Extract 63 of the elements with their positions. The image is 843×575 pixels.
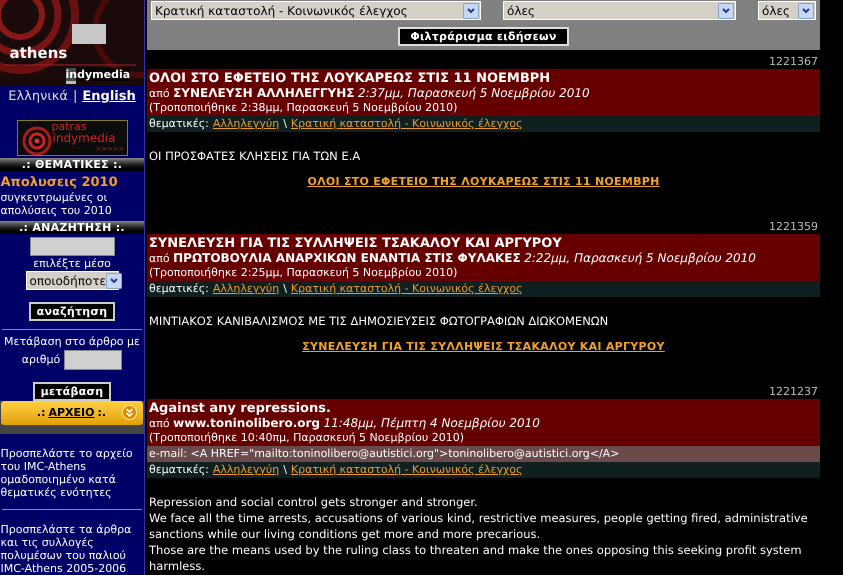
article-number: 1221367 (768, 55, 819, 68)
banner-text: indymedia (52, 132, 116, 145)
author-line: από www.toninolibero.org 11:48μμ, Πέμπτη 4 Νοεμβρίου 2010 (149, 416, 541, 431)
modified-date: (Τροποποιήθηκε 10:40πμ, Παρασκευή 5 Νοεμβρίου 2010) (149, 431, 466, 445)
field-label: επιλέξτε μέσο (33, 257, 111, 272)
article-title[interactable]: Against any repressions. (149, 401, 818, 416)
caret-icon (801, 6, 811, 15)
field-label: Μετάβαση στο άρθρο με (4, 335, 140, 350)
field-label: αριθμό (22, 352, 60, 368)
language-separator: | (72, 88, 78, 106)
article-link[interactable]: ΣΥΝΕΛΕΥΣΗ ΓΙΑ ΤΙΣ ΣΥΛΛΗΨΕΙΣ ΤΣΑΚΑΛΟΥ ΚΑΙ ΑΡΓΥΡΟΥ (302, 340, 665, 354)
topic-link[interactable]: Αλληλεγγύη (212, 281, 280, 297)
search-button[interactable]: αναζήτηση (28, 302, 116, 322)
body-text: We face all the time arrests, accusations of various kind, restrictive measures, people getting fired, administrative sanctions while our living conditions get more and more precarious. (149, 510, 809, 542)
archive-description: Προσπελάστε τα άρθρα και τις συλλογές πολυμέσων του παλιού IMC-Athens 2005-2006 (0, 523, 132, 575)
go-button[interactable]: μετάβαση (32, 382, 112, 402)
article-number: 1221359 (768, 220, 819, 233)
banner-text: patras (52, 121, 87, 133)
article-title[interactable]: ΟΛΟΙ ΣΤΟ ΕΦΕΤΕΙΟ ΤΗΣ ΛΟΥΚΑΡΕΩΣ ΣΤΙΣ 11 ΝΟΕΜΒΡΗ (149, 71, 818, 86)
article-number: 1221237 (768, 385, 819, 398)
modified-date: (Τροποποιήθηκε 2:25μμ, Παρασκευή 5 Νοεμβρίου 2010) (149, 266, 458, 280)
filter-dropdown[interactable]: όλες (503, 1, 736, 20)
modified-date: (Τροποποιήθηκε 2:38μμ, Παρασκευή 5 Νοεμβρίου 2010) (149, 101, 458, 115)
filter-dropdown[interactable]: όλες (758, 1, 816, 20)
topic-separator: \ (283, 116, 287, 132)
body-text: ΟΙ ΠΡΟΣΦΑΤΕΣ ΚΛΗΣΕΙΣ ΓΙΑ ΤΩΝ Ε.Α (149, 148, 362, 164)
caret-icon (109, 276, 120, 286)
language-link[interactable]: Ελληνικά (8, 88, 68, 106)
topic-link[interactable]: Κρατική καταστολή - Κοινωνικός έλεγχος (290, 116, 523, 132)
feature-description: συγκεντρωμένες οι απολύσεις του 2010 (0, 190, 113, 217)
article-title[interactable]: ΣΥΝΕΛΕΥΣΗ ΓΙΑ ΤΙΣ ΣΥΛΛΗΨΕΙΣ ΤΣΑΚΑΛΟΥ ΚΑΙ ΑΡΓΥΡΟΥ (149, 236, 818, 251)
archive-link[interactable]: ΑΡΧΕΙΟ (48, 404, 94, 422)
archive-label: :. (98, 404, 106, 421)
author-line: από ΠΡΩΤΟΒΟΥΛΙΑ ΑΝΑΡΧΙΚΩΝ ΕΝΑΝΤΙΑ ΣΤΙΣ ΦΥΛΑΚΕΣ 2:22μμ, Παρασκευή 5 Νοεμβρίου 2010 (149, 251, 757, 266)
filter-dropdown[interactable]: Κρατική καταστολή - Κοινωνικός έλεγχος (151, 1, 481, 20)
body-text: Repression and social control gets stronger and stronger. (149, 494, 479, 510)
body-text: ΜΙΝΤΙΑΚΟΣ ΚΑΝΙΒΑΛΙΣΜΟΣ ΜΕ ΤΙΣ ΔΗΜΟΣΙΕΥΣΕΙΣ ΦΩΤΟΓΡΑΦΙΩΝ ΔΙΩΚΟΜΕΝΩΝ (149, 313, 610, 329)
archive-description: Προσπελάστε το αρχείο του IMC-Athens ομαδοποιημένο κατά θεματικές ενότητες (0, 447, 134, 500)
caret-icon (466, 6, 476, 15)
article-number-field[interactable] (64, 350, 122, 370)
topic-link[interactable]: Κρατική καταστολή - Κοινωνικός έλεγχος (290, 462, 523, 478)
search-field[interactable] (30, 236, 114, 256)
author-line: από ΣΥΝΕΛΕΥΣΗ ΑΛΛΗΛΕΓΓΥΗΣ 2:37μμ, Παρασκευή 5 Νοεμβρίου 2010 (149, 86, 591, 101)
archive-label: .: (36, 404, 46, 421)
topic-link[interactable]: Αλληλεγγύη (212, 462, 280, 478)
section-header: .: ΘΕΜΑΤΙΚΕΣ :. (0, 158, 144, 171)
logo-text: indymedia (66, 68, 130, 81)
topics-label: θεματικές: (149, 462, 209, 478)
topic-link[interactable]: Κρατική καταστολή - Κοινωνικός έλεγχος (290, 281, 523, 297)
expand-icon (122, 405, 136, 420)
logo-text: athens (10, 45, 68, 61)
topics-label: θεματικές: (149, 116, 209, 132)
filter-button[interactable]: Φιλτράρισμα ειδήσεων (398, 27, 569, 46)
section-header: .: ΑΝΑΖΗΤΗΣΗ :. (0, 220, 144, 234)
topics-label: θεματικές: (149, 281, 209, 297)
article-link[interactable]: ΟΛΟΙ ΣΤΟ ΕΦΕΤΕΙΟ ΤΗΣ ΛΟΥΚΑΡΕΩΣ ΣΤΙΣ 11 ΝΟΕΜΒΡΗ (307, 175, 660, 189)
feature-title[interactable]: Απολυσεις 2010 (0, 174, 144, 191)
caret-icon (721, 6, 731, 15)
topic-link[interactable]: Αλληλεγγύη (212, 116, 280, 132)
language-link[interactable]: English (82, 88, 136, 106)
body-text: Those are the means used by the ruling class to threaten and make the ones opposing this seeking profit system harmless. (149, 542, 803, 574)
topic-separator: \ (283, 281, 287, 297)
topic-separator: \ (283, 462, 287, 478)
